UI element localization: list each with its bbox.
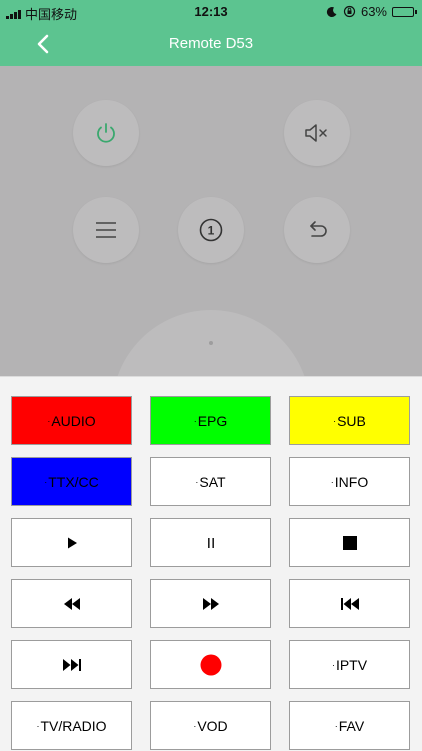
iptv-label: IPTV bbox=[335, 656, 368, 673]
dpad-up-indicator bbox=[209, 341, 213, 345]
return-button[interactable] bbox=[284, 197, 350, 263]
menu-icon bbox=[96, 222, 116, 238]
mute-button[interactable] bbox=[284, 100, 350, 166]
sat-button[interactable]: · SAT bbox=[150, 457, 271, 506]
skip-next-button[interactable] bbox=[11, 640, 132, 689]
epg-label: EPG bbox=[197, 412, 228, 429]
ttx-cc-label: TTX/CC bbox=[48, 473, 99, 490]
page-title: Remote D53 bbox=[168, 35, 254, 52]
return-icon bbox=[310, 221, 327, 237]
nav-bar: Remote D53 bbox=[0, 22, 422, 66]
tv-radio-label: TV/RADIO bbox=[40, 717, 107, 734]
play-button[interactable] bbox=[11, 518, 132, 567]
play-icon bbox=[67, 537, 77, 548]
skip-next-icon bbox=[62, 658, 81, 671]
iptv-button[interactable]: · IPTV bbox=[289, 640, 410, 689]
power-icon bbox=[97, 123, 115, 143]
power-button[interactable] bbox=[73, 100, 139, 166]
ttx-cc-button[interactable]: · TTX/CC bbox=[11, 457, 132, 506]
remote-area: 1 bbox=[0, 66, 422, 376]
record-button[interactable] bbox=[150, 640, 271, 689]
audio-button[interactable]: · AUDIO bbox=[11, 396, 132, 445]
skip-previous-icon bbox=[340, 597, 359, 610]
fast-forward-icon bbox=[202, 597, 219, 610]
battery-percent: 63% bbox=[360, 4, 387, 19]
fav-button[interactable]: · FAV bbox=[289, 701, 410, 750]
rewind-icon bbox=[63, 597, 80, 610]
direction-pad[interactable] bbox=[112, 310, 310, 376]
fast-forward-button[interactable] bbox=[150, 579, 271, 628]
sub-label: SUB bbox=[337, 412, 366, 429]
skip-previous-button[interactable] bbox=[289, 579, 410, 628]
battery-icon bbox=[392, 6, 417, 17]
vod-label: VOD bbox=[197, 717, 228, 734]
orientation-lock-icon bbox=[343, 5, 356, 18]
keypad-panel: · AUDIO · EPG · SUB · TTX/CC · SAT · INFO bbox=[0, 376, 422, 751]
pause-icon bbox=[207, 537, 214, 548]
sub-button[interactable]: · SUB bbox=[289, 396, 410, 445]
number-button[interactable]: 1 bbox=[178, 197, 244, 263]
menu-button[interactable] bbox=[73, 197, 139, 263]
pause-button[interactable] bbox=[150, 518, 271, 567]
status-bar: 中国移动 12:13 63% bbox=[0, 0, 422, 22]
tv-radio-button[interactable]: · TV/RADIO bbox=[11, 701, 132, 750]
info-button[interactable]: · INFO bbox=[289, 457, 410, 506]
moon-icon bbox=[326, 6, 337, 17]
stop-button[interactable] bbox=[289, 518, 410, 567]
rewind-button[interactable] bbox=[11, 579, 132, 628]
mute-icon bbox=[305, 124, 327, 142]
info-label: INFO bbox=[334, 473, 369, 490]
stop-icon bbox=[342, 535, 357, 550]
number-one-icon: 1 bbox=[199, 218, 223, 242]
status-right: 63% bbox=[326, 4, 417, 19]
record-icon bbox=[200, 654, 221, 675]
sat-label: SAT bbox=[199, 473, 226, 490]
vod-button[interactable]: · VOD bbox=[150, 701, 271, 750]
epg-button[interactable]: · EPG bbox=[150, 396, 271, 445]
number-label: 1 bbox=[208, 224, 215, 238]
audio-label: AUDIO bbox=[51, 412, 96, 429]
fav-label: FAV bbox=[338, 717, 365, 734]
